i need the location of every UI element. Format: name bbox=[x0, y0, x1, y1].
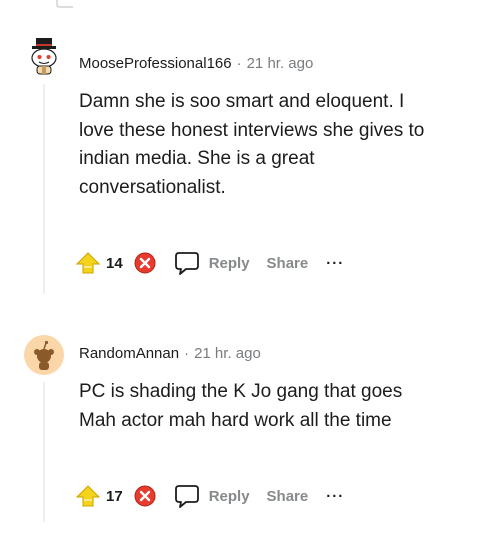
avatar[interactable] bbox=[24, 335, 64, 375]
more-icon: ··· bbox=[326, 487, 345, 505]
snoo-default-avatar-icon bbox=[24, 335, 64, 375]
share-button[interactable]: Share bbox=[267, 488, 309, 505]
comment-actions: 17 Reply Share ··· bbox=[74, 480, 344, 512]
downvote-icon bbox=[134, 485, 156, 507]
speech-bubble-icon bbox=[174, 485, 199, 508]
comment: RandomAnnan · 21 hr. ago PC is shading the… bbox=[0, 0, 480, 542]
author-name[interactable]: RandomAnnan bbox=[79, 345, 179, 362]
reply-icon-wrap bbox=[173, 482, 201, 510]
comment-meta: RandomAnnan · 21 hr. ago bbox=[79, 345, 261, 363]
reply-label: Reply bbox=[208, 487, 250, 505]
upvote-icon bbox=[76, 485, 100, 507]
reply-button[interactable]: Reply bbox=[173, 482, 250, 510]
upvote-button[interactable] bbox=[74, 482, 102, 510]
comment-body: PC is shading the K Jo gang that goes Ma… bbox=[79, 381, 403, 431]
timestamp[interactable]: 21 hr. ago bbox=[194, 345, 261, 362]
downvote-button[interactable] bbox=[131, 482, 159, 510]
comment-thread: MooseProfessional166 · 21 hr. ago Damn she… bbox=[0, 0, 480, 542]
more-options-button[interactable]: ··· bbox=[326, 488, 344, 505]
vote-score: 17 bbox=[106, 487, 123, 505]
meta-separator: · bbox=[184, 345, 190, 362]
share-label: Share bbox=[266, 487, 309, 505]
